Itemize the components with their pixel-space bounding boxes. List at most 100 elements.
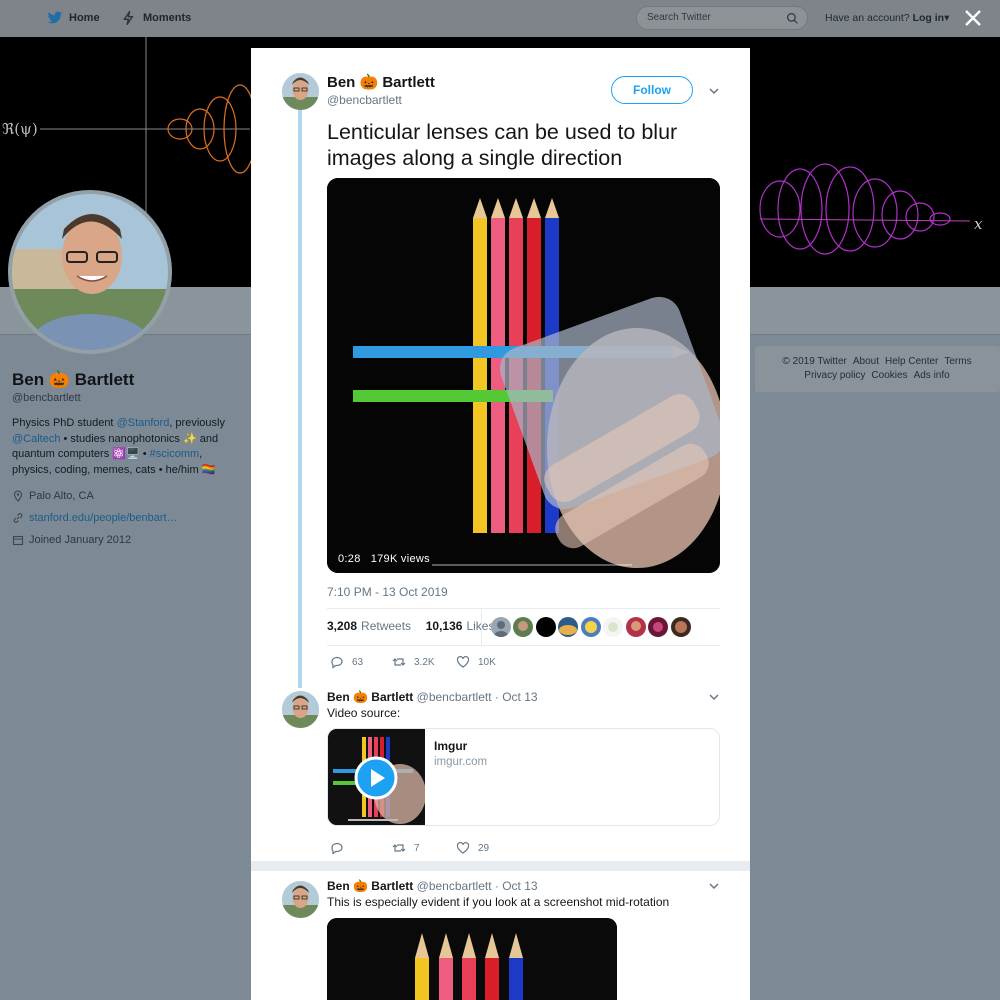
heart-icon <box>456 655 470 668</box>
liker-avatar[interactable] <box>491 617 511 637</box>
nav-moments-label: Moments <box>143 12 192 24</box>
divider <box>327 608 720 609</box>
lightning-icon <box>123 10 134 26</box>
account-prefix: Have an account? <box>825 12 910 24</box>
liker-avatar[interactable] <box>536 617 556 637</box>
likes-count[interactable]: 10,136 <box>426 619 463 633</box>
liker-avatar[interactable] <box>671 617 691 637</box>
tweet-stats: 3,208Retweets 10,136Likes <box>327 619 494 633</box>
like-button[interactable]: 29 <box>456 841 489 855</box>
footer-copyright: © 2019 Twitter <box>782 356 847 367</box>
reply-icon <box>331 842 343 855</box>
reply-button[interactable]: 63 <box>330 655 392 669</box>
heart-icon <box>456 841 470 854</box>
search-input[interactable] <box>647 12 777 23</box>
bio-stanford-link[interactable]: @Stanford <box>117 417 170 429</box>
reply-header: Ben 🎃 Bartlett @bencbartlett · Oct 13 <box>327 879 538 893</box>
link-icon <box>13 513 23 523</box>
tweet-image[interactable] <box>327 918 617 1000</box>
login-caret-icon[interactable]: ▾ <box>944 12 949 24</box>
liker-avatar[interactable] <box>558 617 578 637</box>
reply-author-avatar[interactable] <box>282 691 319 728</box>
section-separator <box>251 861 750 871</box>
profile-joined: Joined January 2012 <box>12 534 131 546</box>
reply-author-handle-date[interactable]: @bencbartlett · Oct 13 <box>417 690 538 704</box>
retweets-count[interactable]: 3,208 <box>327 619 357 633</box>
reply-icon <box>331 656 343 669</box>
liker-avatar[interactable] <box>603 617 623 637</box>
nav-home[interactable]: Home <box>47 10 100 26</box>
liker-avatar[interactable] <box>513 617 533 637</box>
reply-author-name[interactable]: Ben 🎃 Bartlett <box>327 690 413 704</box>
follow-button[interactable]: Follow <box>611 76 693 104</box>
banner-label-right: x <box>974 215 983 233</box>
retweet-icon <box>392 844 406 852</box>
profile-avatar[interactable] <box>8 190 172 354</box>
footer-ads[interactable]: Ads info <box>914 370 950 381</box>
profile-website[interactable]: stanford.edu/people/benbart… <box>12 512 178 524</box>
location-pin-icon <box>13 490 23 502</box>
pencils-video-frame <box>327 178 720 573</box>
footer-links: © 2019 Twitter About Help Center Terms Priv… <box>762 355 992 383</box>
bio-scicomm-link[interactable]: #scicomm <box>150 448 200 460</box>
retweet-count: 3.2K <box>414 656 435 668</box>
reply-author-name[interactable]: Ben 🎃 Bartlett <box>327 879 413 893</box>
thread-line <box>298 110 302 688</box>
footer-privacy[interactable]: Privacy policy <box>804 370 865 381</box>
video-progress-bar[interactable] <box>432 564 632 566</box>
retweet-button[interactable]: 7 <box>392 841 456 855</box>
bio-caltech-link[interactable]: @Caltech <box>12 433 60 445</box>
footer-about[interactable]: About <box>853 356 879 367</box>
like-count: 29 <box>478 842 490 854</box>
close-icon[interactable] <box>963 8 983 28</box>
tweet-video[interactable]: 0:28 179K views <box>327 178 720 573</box>
reply-button[interactable] <box>330 841 392 855</box>
footer-terms[interactable]: Terms <box>944 356 971 367</box>
reply-text: This is especially evident if you look a… <box>327 895 670 909</box>
video-overlay: 0:28 179K views <box>338 553 430 565</box>
joined-text: Joined January 2012 <box>29 534 132 546</box>
card-thumbnail <box>328 729 425 825</box>
like-button[interactable]: 10K <box>456 655 496 669</box>
footer-help[interactable]: Help Center <box>885 356 938 367</box>
search-box[interactable] <box>636 6 808 30</box>
liker-avatar[interactable] <box>648 617 668 637</box>
chevron-down-icon[interactable] <box>708 85 720 97</box>
profile-name: Ben 🎃 Bartlett <box>12 370 135 389</box>
retweet-button[interactable]: 3.2K <box>392 655 456 669</box>
website-link[interactable]: stanford.edu/people/benbart… <box>29 512 178 524</box>
reply-header: Ben 🎃 Bartlett @bencbartlett · Oct 13 <box>327 690 538 704</box>
tweet-modal: Ben 🎃 Bartlett @bencbartlett Follow Lent… <box>251 48 750 1000</box>
footer-cookies[interactable]: Cookies <box>871 370 907 381</box>
play-icon[interactable] <box>354 756 398 800</box>
reply-author-avatar[interactable] <box>282 881 319 918</box>
nav-moments[interactable]: Moments <box>121 10 191 26</box>
chevron-down-icon[interactable] <box>708 691 720 703</box>
link-card[interactable]: Imgur imgur.com <box>327 728 720 826</box>
card-domain: imgur.com <box>434 756 488 768</box>
profile-bio: Physics PhD student @Stanford, previousl… <box>12 416 232 478</box>
divider <box>327 645 720 646</box>
search-icon[interactable] <box>786 12 799 25</box>
nav-home-label: Home <box>69 12 100 24</box>
tweet-author-avatar[interactable] <box>282 73 319 110</box>
chevron-down-icon[interactable] <box>708 880 720 892</box>
retweets-label[interactable]: Retweets <box>361 619 411 633</box>
login-link[interactable]: Log in <box>913 12 945 24</box>
tweet-timestamp[interactable]: 7:10 PM - 13 Oct 2019 <box>327 585 448 599</box>
stats-separator <box>481 609 482 645</box>
liker-avatar[interactable] <box>626 617 646 637</box>
reply-actions: 7 29 <box>330 841 489 855</box>
video-time: 0:28 <box>338 553 361 565</box>
calendar-icon <box>12 535 24 546</box>
retweet-count: 7 <box>414 842 420 854</box>
tweet-author-handle[interactable]: @bencbartlett <box>327 93 402 107</box>
reply-author-handle-date[interactable]: @bencbartlett · Oct 13 <box>417 879 538 893</box>
liker-avatar[interactable] <box>581 617 601 637</box>
bio-part-1: Physics PhD student <box>12 417 117 429</box>
card-title: Imgur <box>434 739 468 753</box>
tweet-author-name[interactable]: Ben 🎃 Bartlett <box>327 73 435 91</box>
bio-part-2: , previously <box>169 417 225 429</box>
account-prompt: Have an account? Log in▾ <box>825 12 949 24</box>
tweet-actions: 63 3.2K 10K <box>330 655 496 669</box>
